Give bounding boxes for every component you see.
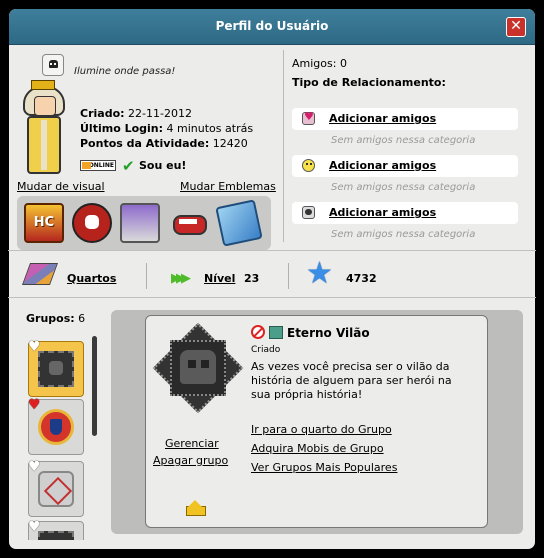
close-button[interactable]: ✕: [506, 17, 526, 37]
smile-icon: [302, 159, 315, 172]
rooms-icon: [21, 263, 59, 285]
shopping-cart-badge-icon[interactable]: [120, 203, 160, 243]
delete-group-link[interactable]: Apagar grupo: [153, 454, 228, 467]
avatar: [17, 80, 72, 180]
friends-count: Amigos: 0: [292, 57, 347, 70]
window-title: Perfil do Usuário: [215, 19, 329, 33]
empty-category-text: Sem amigos nessa categoria: [331, 182, 476, 193]
group-skull-badge-icon: [152, 322, 244, 414]
its-me-label: Sou eu!: [139, 159, 187, 172]
group-shield-badge-icon: [38, 409, 74, 445]
relationship-heart: Adicionar amigos Sem amigos nessa catego…: [292, 108, 518, 154]
divider: [288, 263, 289, 289]
add-friends-link[interactable]: Adicionar amigos: [329, 112, 436, 125]
panel-divider: [283, 50, 284, 242]
ticket-badge-icon[interactable]: [215, 199, 263, 247]
rooms-link[interactable]: Quartos: [67, 272, 116, 285]
group-item[interactable]: ♥: [28, 340, 84, 397]
divider: [146, 263, 147, 289]
change-badges-link[interactable]: Mudar Emblemas: [180, 180, 276, 193]
profile-info: Criado: 22-11-2012 Último Login: 4 minut…: [80, 106, 253, 151]
go-to-group-room-link[interactable]: Ir para o quarto do Grupo: [251, 420, 397, 439]
online-icon: ONLINE: [80, 160, 116, 171]
check-icon: ✔: [122, 157, 135, 175]
group-list-scrollbar[interactable]: [92, 336, 97, 436]
badge-shelf: HC: [17, 196, 271, 250]
level-link[interactable]: Nível: [204, 272, 235, 285]
group-knot-badge-icon: [38, 471, 74, 507]
created-value: 22-11-2012: [128, 107, 192, 120]
avatar-crown: [31, 80, 55, 90]
score-value: 4732: [346, 272, 377, 285]
skull-icon: [302, 206, 315, 219]
activity-value: 12420: [212, 137, 248, 150]
group-item[interactable]: ♥: [28, 398, 84, 455]
buy-group-furni-link[interactable]: Adquira Mobis de Grupo: [251, 439, 397, 458]
activity-label: Pontos da Atividade:: [80, 137, 210, 150]
motto-edit-icon[interactable]: [42, 54, 64, 76]
groups-label: Grupos:: [26, 312, 75, 325]
hc-badge-icon[interactable]: HC: [24, 203, 64, 243]
popular-groups-link[interactable]: Ver Grupos Mais Populares: [251, 458, 397, 477]
relationship-type-heading: Tipo de Relacionamento:: [292, 76, 446, 89]
empty-category-text: Sem amigos nessa categoria: [331, 229, 476, 240]
group-item[interactable]: ♥: [28, 520, 84, 540]
stats-bar: Quartos ▶▶▶ Nível 23 ★ 4732: [8, 251, 536, 295]
title-bar[interactable]: Perfil do Usuário ✕: [9, 9, 535, 45]
groups-value: 6: [78, 312, 86, 325]
no-entry-icon: [251, 325, 265, 339]
hc-badge-text: HC: [33, 215, 55, 230]
divider: [8, 297, 536, 298]
favorite-heart-icon[interactable]: ♥: [28, 398, 42, 412]
created-label: Criado:: [80, 107, 125, 120]
relationship-skull: Adicionar amigos Sem amigos nessa catego…: [292, 202, 518, 248]
motto-text[interactable]: Ilumine onde passa!: [74, 66, 175, 77]
avatar-body: [27, 116, 61, 174]
heart-icon: [302, 110, 315, 125]
group-description: As vezes você precisa ser o vilão da his…: [251, 360, 452, 401]
skull-badge-icon[interactable]: [72, 203, 112, 243]
group-name: Eterno Vilão: [287, 326, 370, 340]
groups-count: Grupos: 6: [26, 312, 85, 325]
avatar-face: [34, 96, 56, 116]
last-login-value: 4 minutos atrás: [166, 122, 254, 135]
friends-label: Amigos:: [292, 57, 337, 70]
group-status: Criado: [251, 345, 281, 355]
star-icon: ★: [306, 256, 333, 291]
crown-icon: [186, 500, 206, 516]
friends-value: 0: [339, 57, 347, 70]
group-badge-icon: [38, 531, 74, 540]
change-look-link[interactable]: Mudar de visual: [17, 180, 105, 193]
manage-group-link[interactable]: Gerenciar: [165, 437, 219, 450]
group-item[interactable]: ♥: [28, 460, 84, 517]
add-friends-link[interactable]: Adicionar amigos: [329, 159, 436, 172]
group-list: ♥ ♥ ♥ ♥: [26, 336, 96, 540]
add-friends-link[interactable]: Adicionar amigos: [329, 206, 436, 219]
relationship-smile: Adicionar amigos Sem amigos nessa catego…: [292, 155, 518, 201]
group-skull-badge-icon: [38, 351, 74, 387]
group-links: Ir para o quarto do Grupo Adquira Mobis …: [251, 420, 397, 477]
mouth-badge-icon[interactable]: [168, 203, 208, 243]
level-value: 23: [244, 272, 260, 285]
last-login-label: Último Login:: [80, 122, 164, 135]
level-arrows-icon: ▶▶▶: [171, 271, 191, 286]
group-home-icon[interactable]: [269, 326, 283, 339]
empty-category-text: Sem amigos nessa categoria: [331, 135, 476, 146]
